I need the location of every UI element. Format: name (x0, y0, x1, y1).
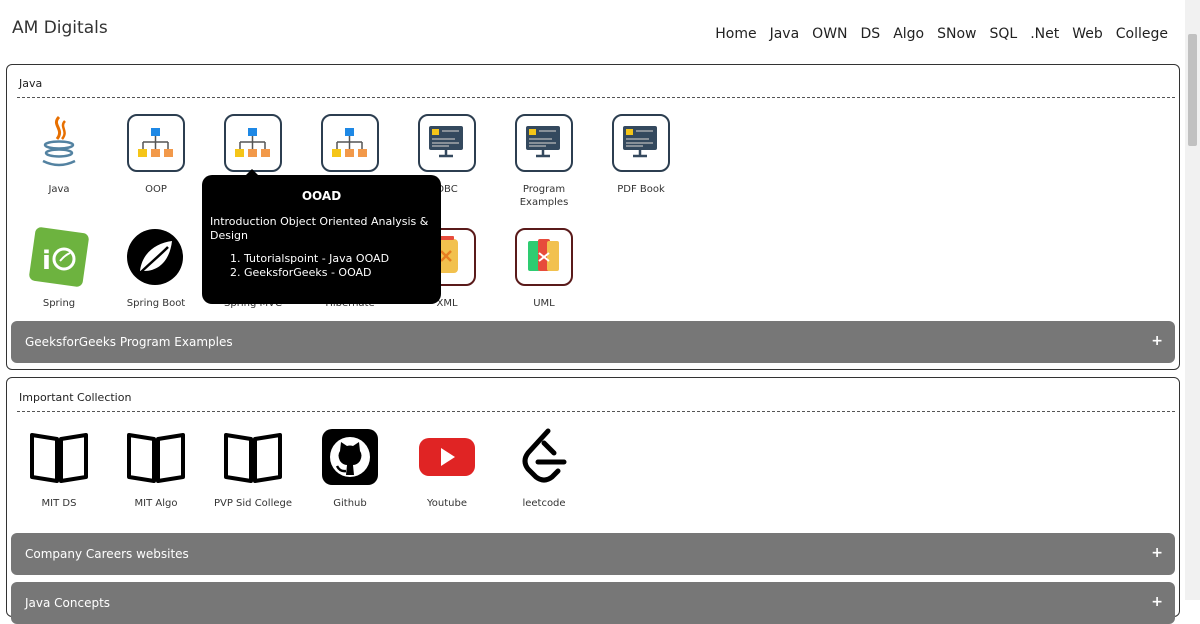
expand-plus-icon[interactable]: + (1151, 545, 1163, 561)
nav-dotnet[interactable]: .Net (1030, 26, 1059, 42)
tile-label: Spring (42, 298, 76, 309)
ooad-tooltip: OOAD Introduction Object Oriented Analys… (202, 169, 441, 304)
svg-text:i: i (42, 246, 51, 276)
tile-label: Youtube (427, 498, 467, 509)
tile-uml[interactable]: UML (499, 227, 589, 310)
tile-label: UML (533, 298, 555, 309)
tile-label: Github (333, 498, 367, 509)
tooltip-description: Introduction Object Oriented Analysis & … (210, 215, 429, 242)
tile-label: PDF Book (617, 184, 665, 195)
java-section-title: Java (19, 77, 43, 90)
tooltip-link-list: Tutorialspoint - Java OOAD GeeksforGeeks… (210, 252, 389, 280)
tile-label: Java (48, 184, 70, 195)
expand-plus-icon[interactable]: + (1151, 333, 1163, 349)
youtube-icon (417, 427, 477, 487)
nav-java[interactable]: Java (770, 26, 800, 42)
accordion-title: Company Careers websites (25, 547, 189, 561)
code-monitor-icon (417, 113, 477, 173)
hierarchy-icon (126, 113, 186, 173)
tile-mit-algo[interactable]: MIT Algo (111, 427, 201, 510)
uml-icon (514, 227, 574, 287)
tile-label: PVP Sid College (213, 498, 293, 509)
accordion-title: Java Concepts (25, 596, 111, 610)
nav-web[interactable]: Web (1072, 26, 1103, 42)
nav-ds[interactable]: DS (861, 26, 881, 42)
tile-label: Spring Boot (126, 298, 186, 309)
book-icon (223, 427, 283, 487)
tile-leetcode[interactable]: leetcode (499, 427, 589, 510)
nav-sql[interactable]: SQL (989, 26, 1017, 42)
tile-label: leetcode (522, 498, 566, 509)
page-scrollbar[interactable] (1185, 0, 1200, 600)
tooltip-link-tutorialspoint[interactable]: Tutorialspoint - Java OOAD (244, 252, 389, 266)
tile-label: MIT DS (41, 498, 77, 509)
accordion-title: GeeksforGeeks Program Examples (25, 335, 233, 349)
spring-boot-icon (126, 227, 186, 287)
tile-spring-boot[interactable]: Spring Boot (111, 227, 201, 310)
nav-college[interactable]: College (1116, 26, 1168, 42)
tile-label: OOP (145, 184, 167, 195)
tooltip-link-geeksforgeeks[interactable]: GeeksforGeeks - OOAD (244, 266, 389, 280)
hierarchy-icon (320, 113, 380, 173)
leetcode-icon (514, 427, 574, 487)
tile-program-examples[interactable]: Program Examples (499, 113, 589, 209)
nav-home[interactable]: Home (715, 26, 756, 42)
tooltip-arrow (246, 169, 258, 175)
section-divider (17, 411, 1175, 412)
nav-snow[interactable]: SNow (937, 26, 976, 42)
tile-java[interactable]: Java (14, 113, 104, 196)
top-nav: Home Java OWN DS Algo SNow SQL .Net Web … (715, 26, 1168, 42)
accordion-company-careers[interactable]: Company Careers websites + (11, 533, 1175, 575)
github-icon (320, 427, 380, 487)
tile-spring[interactable]: i Spring (14, 227, 104, 310)
code-monitor-icon (514, 113, 574, 173)
book-icon (126, 427, 186, 487)
code-monitor-icon (611, 113, 671, 173)
tile-youtube[interactable]: Youtube (402, 427, 492, 510)
nav-own[interactable]: OWN (812, 26, 847, 42)
tile-pdf-book[interactable]: PDF Book (596, 113, 686, 196)
spring-icon: i (29, 227, 89, 287)
nav-algo[interactable]: Algo (893, 26, 924, 42)
tooltip-title: OOAD (301, 189, 342, 203)
tile-oop[interactable]: OOP (111, 113, 201, 196)
tile-label: MIT Algo (134, 498, 178, 509)
collection-section-title: Important Collection (19, 391, 132, 404)
accordion-geeksforgeeks-examples[interactable]: GeeksforGeeks Program Examples + (11, 321, 1175, 363)
scrollbar-thumb[interactable] (1188, 34, 1197, 146)
tile-design[interactable] (305, 113, 395, 183)
tile-pvp-sid-college[interactable]: PVP Sid College (208, 427, 298, 510)
book-icon (29, 427, 89, 487)
section-divider (17, 97, 1175, 98)
tile-label: Program Examples (519, 184, 569, 208)
brand-logo[interactable]: AM Digitals (12, 18, 108, 38)
tile-github[interactable]: Github (305, 427, 395, 510)
expand-plus-icon[interactable]: + (1151, 594, 1163, 610)
tile-mit-ds[interactable]: MIT DS (14, 427, 104, 510)
java-icon (29, 113, 89, 173)
accordion-java-concepts[interactable]: Java Concepts + (11, 582, 1175, 624)
hierarchy-icon (223, 113, 283, 173)
